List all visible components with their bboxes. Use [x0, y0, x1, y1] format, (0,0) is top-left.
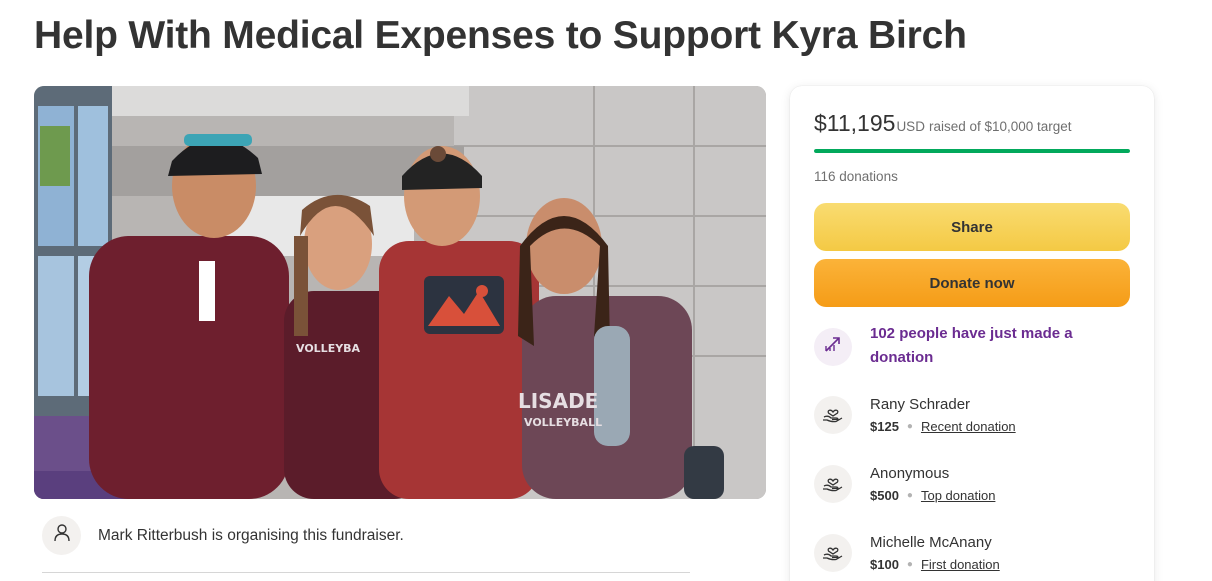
donor-item: Anonymous $500 ● Top donation: [814, 465, 995, 504]
raised-target: raised of $10,000 target: [928, 119, 1072, 134]
shirt-text-volleyball: VOLLEYBALL: [524, 416, 602, 429]
share-button[interactable]: Share: [814, 203, 1130, 251]
separator-dot: ●: [906, 559, 913, 570]
raised-currency: USD: [896, 119, 925, 134]
donor-name: Rany Schrader: [870, 396, 971, 413]
donor-name: Anonymous: [870, 465, 950, 482]
donor-amount: $100: [870, 557, 899, 572]
shirt-text-volleyball-2: VOLLEYBA: [296, 342, 361, 355]
donor-name: Michelle McAnany: [870, 534, 992, 551]
donor-icon-wrap: [814, 396, 852, 434]
user-icon: [52, 523, 72, 548]
trending-up-icon: [824, 336, 842, 359]
heart-hand-icon: [822, 472, 844, 497]
donor-tag-link[interactable]: Recent donation: [921, 419, 1016, 435]
divider: [42, 572, 690, 573]
donor-item: Michelle McAnany $100 ● First donation: [814, 534, 1000, 573]
recent-activity: 102 people have just made a donation: [814, 322, 1100, 370]
organiser-text: Mark Ritterbush is organising this fundr…: [98, 526, 404, 544]
donor-icon-wrap: [814, 465, 852, 503]
donate-now-button[interactable]: Donate now: [814, 259, 1130, 307]
raised-amount: $11,195: [814, 110, 896, 136]
shirt-text-palisade: LISADE: [518, 389, 598, 413]
organiser-row: Mark Ritterbush is organising this fundr…: [42, 516, 404, 555]
donor-amount: $500: [870, 488, 899, 503]
fundraiser-page: Help With Medical Expenses to Support Ky…: [0, 0, 1212, 581]
hero-photo: LISADE VOLLEYBALL VOLLEYBA: [34, 86, 766, 499]
donor-amount: $125: [870, 419, 899, 434]
separator-dot: ●: [906, 490, 913, 501]
activity-icon-wrap: [814, 328, 852, 366]
donation-card: $11,195 USD raised of $10,000 target 116…: [790, 86, 1154, 581]
organiser-avatar: [42, 516, 81, 555]
donor-tag-link[interactable]: Top donation: [921, 488, 995, 504]
raised-summary: $11,195 USD raised of $10,000 target: [814, 110, 1072, 137]
heart-hand-icon: [822, 541, 844, 566]
heart-hand-icon: [822, 403, 844, 428]
donations-count: 116 donations: [814, 169, 898, 184]
donor-icon-wrap: [814, 534, 852, 572]
progress-fill: [814, 149, 1130, 153]
donor-tag-link[interactable]: First donation: [921, 557, 1000, 573]
separator-dot: ●: [906, 421, 913, 432]
donor-item: Rany Schrader $125 ● Recent donation: [814, 396, 1016, 435]
page-title: Help With Medical Expenses to Support Ky…: [34, 14, 967, 57]
activity-text: 102 people have just made a donation: [870, 325, 1073, 366]
progress-bar: [814, 149, 1130, 153]
